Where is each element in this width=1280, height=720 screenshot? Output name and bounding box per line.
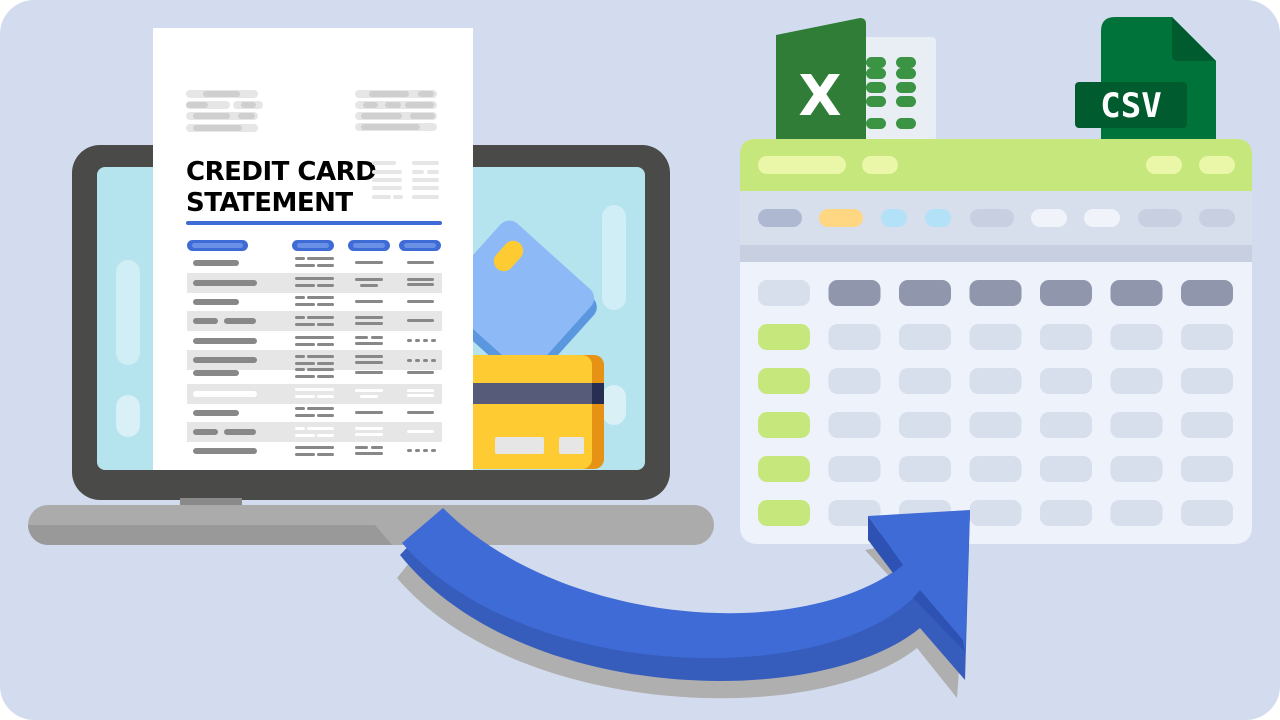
screen-glint: [116, 395, 140, 437]
toolbar-pill: [925, 209, 951, 227]
sheet-cell: [1040, 456, 1092, 482]
toolbar-pill: [1138, 209, 1182, 227]
sheet-cell: [1110, 412, 1163, 438]
toolbar-pill: [819, 209, 863, 227]
laptop-base-shade: [28, 525, 392, 545]
sheet-corner-cell: [758, 280, 810, 306]
sheet-cell: [899, 412, 951, 438]
sheet-cell: [899, 324, 951, 350]
title-underline: [186, 221, 442, 225]
sheet-row-label: [758, 500, 810, 526]
toolbar-pill: [1031, 209, 1067, 227]
card-stripe: [462, 383, 604, 404]
illustration: CREDIT CARD STATEMENT X CSV: [0, 0, 1280, 720]
sheet-toolbar-pills: [758, 209, 1235, 227]
sheet-column-header: [1040, 280, 1092, 306]
sheet-cell: [899, 368, 951, 394]
sheet-cell: [969, 412, 1022, 438]
sheet-row-label: [758, 456, 810, 482]
sheet-cell: [1040, 412, 1092, 438]
sheet-cell: [1040, 368, 1092, 394]
card-code: [559, 437, 584, 454]
sheet-cell: [828, 412, 881, 438]
sheet-row-label: [758, 412, 810, 438]
sheet-cell: [1181, 368, 1233, 394]
sheet-column-header: [1181, 280, 1233, 306]
sheet-cell: [969, 456, 1022, 482]
sheet-row-label: [758, 368, 810, 394]
sheet-column-header: [899, 280, 951, 306]
statement-column-headers: [187, 240, 441, 251]
sheet-column-header: [969, 280, 1022, 306]
sheet-cell: [1181, 500, 1233, 526]
sheet-cell: [828, 324, 881, 350]
sheet-cell: [1110, 368, 1163, 394]
card-signature: [495, 437, 544, 454]
sheet-cell: [969, 324, 1022, 350]
sheet-cell: [828, 456, 881, 482]
csv-label: CSV: [1100, 86, 1161, 126]
sheet-cell: [1110, 324, 1163, 350]
screen-glint: [602, 205, 626, 310]
statement-document: CREDIT CARD STATEMENT: [153, 28, 473, 470]
card-stripe-edge: [592, 383, 604, 404]
toolbar-pill: [1084, 209, 1120, 227]
sheet-formula-bar: [740, 245, 1252, 262]
toolbar-pill: [881, 209, 907, 227]
sheet-cell: [1040, 500, 1092, 526]
sheet-cell: [969, 368, 1022, 394]
screen-glint: [602, 385, 626, 425]
excel-glyph: X: [798, 64, 841, 129]
sheet-cell: [899, 456, 951, 482]
sheet-cell: [969, 500, 1022, 526]
statement-title-line2: STATEMENT: [186, 188, 353, 218]
sheet-cell: [1040, 324, 1092, 350]
toolbar-pill: [970, 209, 1014, 227]
toolbar-pill: [1199, 209, 1235, 227]
toolbar-pill: [758, 209, 802, 227]
sheet-cell: [1181, 324, 1233, 350]
sheet-cell: [1181, 412, 1233, 438]
sheet-cell: [1181, 456, 1233, 482]
sheet-cell: [1110, 456, 1163, 482]
sheet-column-header: [828, 280, 881, 306]
sheet-cell: [828, 368, 881, 394]
statement-title-line1: CREDIT CARD: [186, 157, 376, 187]
sheet-column-header: [1110, 280, 1163, 306]
screen-glint: [116, 260, 140, 365]
spreadsheet: [740, 139, 1252, 544]
illustration-canvas: CREDIT CARD STATEMENT X CSV: [0, 0, 1280, 720]
laptop-hinge: [180, 498, 242, 506]
sheet-row-label: [758, 324, 810, 350]
sheet-cell: [1110, 500, 1163, 526]
